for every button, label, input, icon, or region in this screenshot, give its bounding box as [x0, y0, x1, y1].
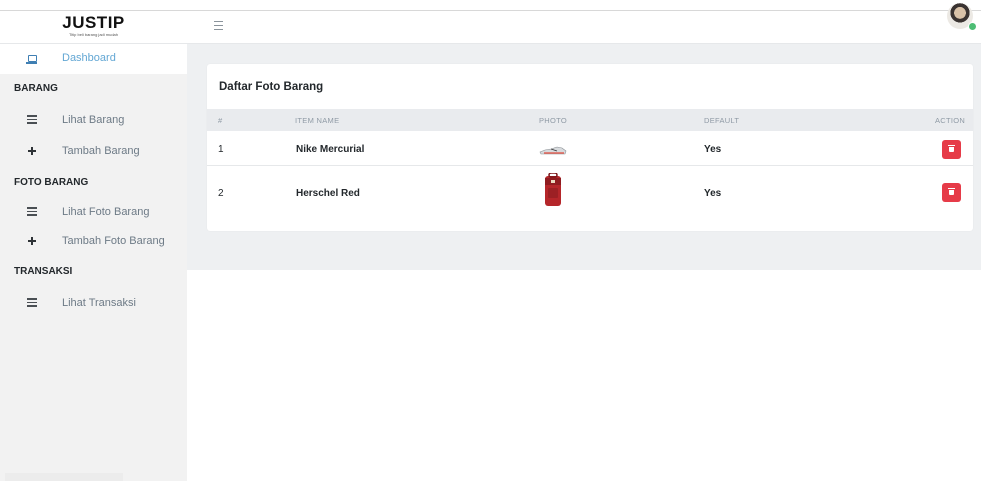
sidebar-item-lihat-barang[interactable]: Lihat Barang — [0, 106, 187, 136]
sidebar-item-label: Tambah Foto Barang — [62, 235, 165, 247]
table-header: # ITEM NAME PHOTO DEFAULT ACTION — [207, 109, 973, 131]
backpack-photo — [545, 173, 561, 206]
window-top-strip — [0, 0, 981, 10]
card-title: Daftar Foto Barang — [219, 81, 324, 93]
table-row: 2 Herschel Red Yes — [207, 186, 973, 209]
hamburger-icon[interactable] — [214, 21, 223, 30]
column-header-default: DEFAULT — [704, 116, 740, 125]
plus-icon — [27, 236, 37, 246]
sidebar-section-transaksi: TRANSAKSI — [14, 266, 73, 277]
trash-icon — [948, 188, 955, 195]
sidebar: Dashboard BARANG Lihat Barang Tambah Bar… — [0, 44, 187, 481]
column-header-item-name: ITEM NAME — [295, 116, 340, 125]
column-header-action: ACTION — [935, 116, 966, 125]
brand-tagline: Titip beli barang jadi mudah — [69, 32, 118, 37]
sidebar-item-lihat-transaksi[interactable]: Lihat Transaksi — [0, 289, 187, 319]
sidebar-item-label: Lihat Foto Barang — [62, 206, 150, 218]
sidebar-section-barang: BARANG — [14, 83, 58, 94]
foto-barang-card: Daftar Foto Barang # ITEM NAME PHOTO DEF… — [207, 64, 973, 231]
default-value: Yes — [704, 144, 722, 155]
laptop-icon — [26, 55, 37, 64]
shoe-photo — [539, 146, 567, 155]
list-icon — [27, 115, 37, 125]
sidebar-item-label: Tambah Barang — [62, 145, 140, 157]
sidebar-item-label: Lihat Transaksi — [62, 297, 136, 309]
sidebar-section-foto-barang: FOTO BARANG — [14, 177, 89, 188]
row-divider — [207, 165, 973, 166]
trash-icon — [948, 145, 955, 152]
sidebar-item-lihat-foto-barang[interactable]: Lihat Foto Barang — [0, 198, 187, 228]
brand-logo[interactable]: JUSTIP Titip beli barang jadi mudah — [0, 11, 187, 44]
table-row: 1 Nike Mercurial Yes — [207, 142, 973, 165]
row-number: 1 — [218, 144, 224, 155]
sidebar-footer — [5, 473, 123, 481]
sidebar-item-dashboard[interactable]: Dashboard — [0, 44, 187, 74]
list-icon — [27, 207, 37, 217]
column-header-photo: PHOTO — [539, 116, 568, 125]
sidebar-item-label: Dashboard — [62, 52, 116, 64]
brand-title: JUSTIP — [62, 13, 125, 32]
sidebar-item-label: Lihat Barang — [62, 114, 125, 126]
plus-icon — [27, 146, 37, 156]
item-name: Nike Mercurial — [296, 144, 365, 155]
list-icon — [27, 298, 37, 308]
online-status-indicator — [968, 22, 977, 31]
row-number: 2 — [218, 188, 224, 199]
sidebar-item-tambah-foto-barang[interactable]: Tambah Foto Barang — [0, 227, 187, 257]
item-name: Herschel Red — [296, 188, 360, 199]
sidebar-item-tambah-barang[interactable]: Tambah Barang — [0, 137, 187, 167]
column-header-number: # — [218, 116, 223, 125]
default-value: Yes — [704, 188, 722, 199]
delete-button[interactable] — [942, 140, 961, 159]
delete-button[interactable] — [942, 183, 961, 202]
app-header: JUSTIP Titip beli barang jadi mudah — [0, 10, 981, 44]
